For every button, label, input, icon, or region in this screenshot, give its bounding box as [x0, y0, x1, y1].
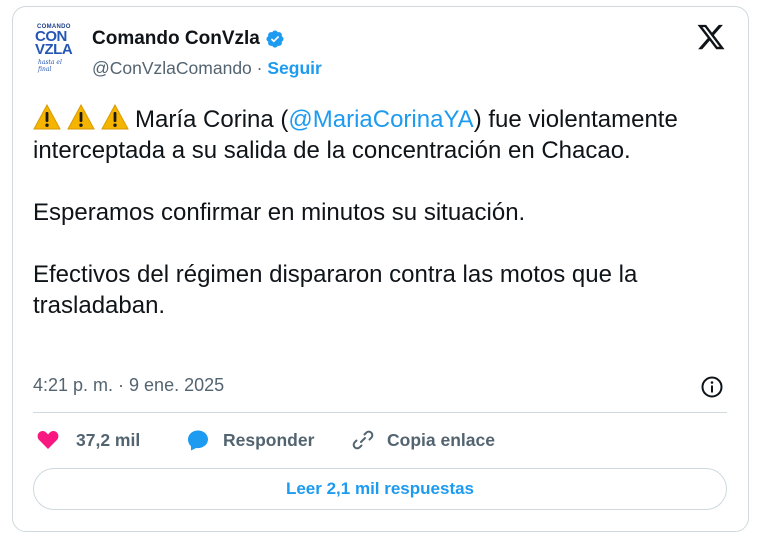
avatar[interactable]: COMANDO CON VZLA hasta el final	[30, 24, 74, 73]
heart-icon	[37, 430, 59, 449]
link-icon	[352, 430, 374, 450]
divider	[33, 412, 727, 413]
copy-link-button[interactable]: Copia enlace	[351, 428, 495, 452]
read-replies-label: Leer 2,1 mil respuestas	[285, 479, 475, 498]
warning-icon	[33, 104, 61, 130]
avatar-tagline: hasta el final	[38, 59, 62, 73]
mention-link[interactable]: @MariaCorinaYA	[288, 106, 473, 133]
warning-icon	[101, 104, 129, 130]
verified-badge-icon	[266, 30, 284, 48]
separator: ·	[256, 58, 263, 78]
follow-button[interactable]: Seguir	[267, 58, 321, 78]
like-button[interactable]: 37,2 mil	[36, 428, 140, 452]
reply-label: Responder	[223, 429, 315, 450]
author-handle-row: @ConVzlaComando · Seguir	[92, 58, 322, 79]
tweet-paragraph-3: Efectivos del régimen dispararon contra …	[33, 261, 638, 319]
tweet-paragraph-2: Esperamos confirmar en minutos su situac…	[33, 199, 526, 226]
reply-button[interactable]: Responder	[186, 428, 314, 452]
warning-icon	[67, 104, 95, 130]
reply-bubble-icon	[188, 430, 208, 451]
x-logo-icon[interactable]	[696, 22, 726, 52]
author-name-row: Comando ConVzla	[92, 28, 285, 50]
tweet-timestamp[interactable]: 4:21 p. m. · 9 ene. 2025	[33, 375, 224, 396]
info-icon[interactable]	[700, 375, 724, 399]
read-replies-button[interactable]: Leer 2,1 mil respuestas	[33, 468, 727, 510]
author-handle[interactable]: @ConVzlaComando	[92, 58, 252, 78]
like-count: 37,2 mil	[76, 429, 141, 450]
author-name[interactable]: Comando ConVzla	[92, 28, 260, 50]
tweet-line1-prefix: María Corina (	[135, 106, 289, 133]
copy-link-label: Copia enlace	[387, 429, 495, 450]
avatar-text-line2: VZLA	[35, 41, 73, 58]
tweet-text: María Corina (@MariaCorinaYA) fue violen…	[33, 104, 723, 321]
